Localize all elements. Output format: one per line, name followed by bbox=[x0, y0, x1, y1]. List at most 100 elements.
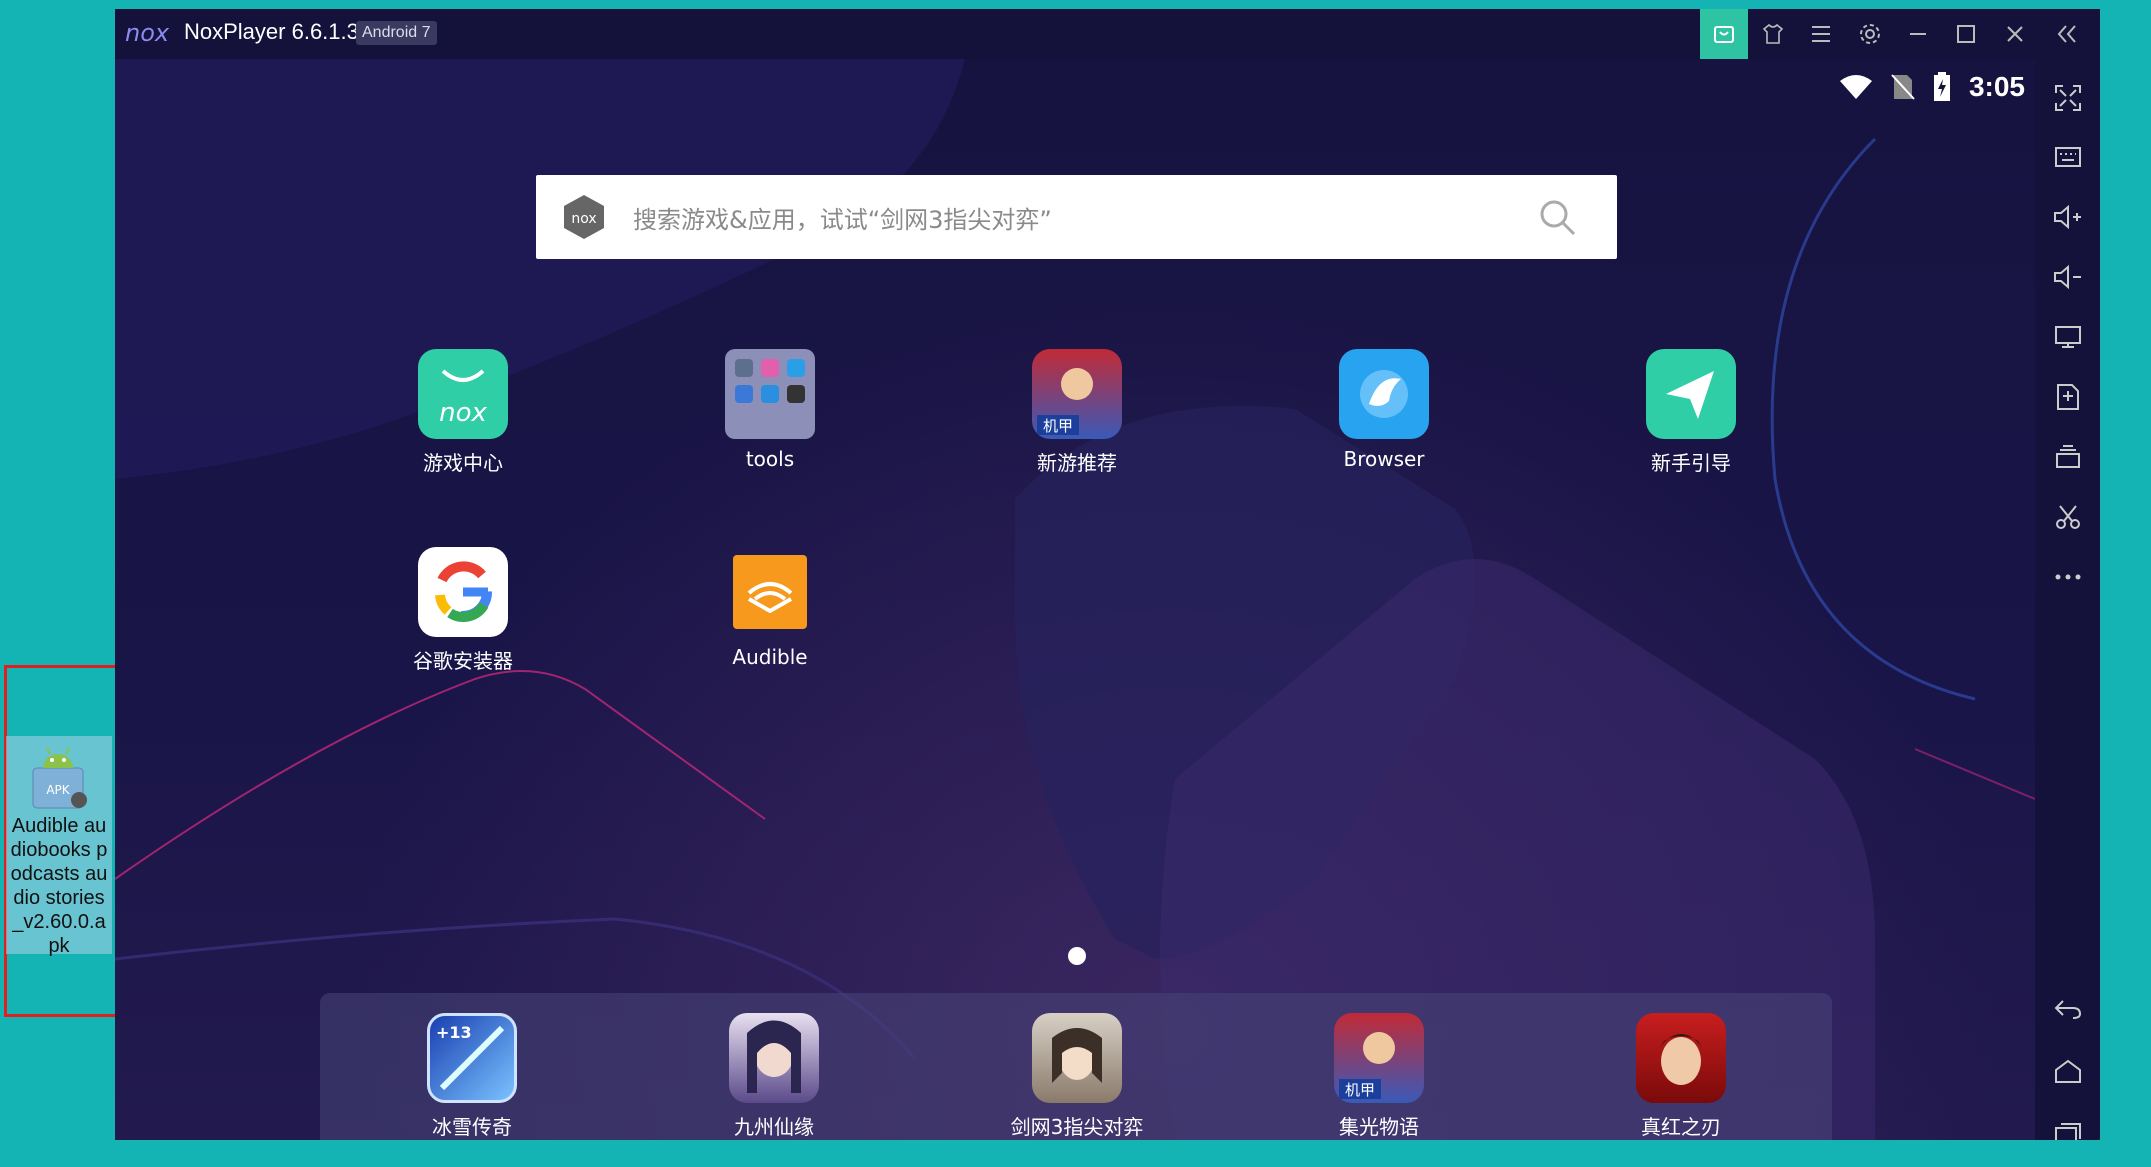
collapse-icon bbox=[2057, 25, 2076, 43]
app-new-games[interactable]: 机甲 新游推荐 bbox=[977, 349, 1177, 476]
collapse-sidebar-button[interactable] bbox=[2043, 9, 2091, 59]
apk-file-icon: APK bbox=[21, 738, 97, 814]
nox-logo: nox bbox=[125, 19, 173, 50]
more-icon bbox=[2055, 574, 2080, 580]
app-game-center[interactable]: nox 游戏中心 bbox=[363, 349, 563, 476]
app-label: 真红之刃 bbox=[1641, 1115, 1721, 1139]
volume-up-button[interactable] bbox=[2035, 192, 2100, 242]
screen-icon bbox=[2054, 326, 2081, 348]
zhenhong-icon bbox=[1636, 1013, 1726, 1103]
status-bar: 3:05 bbox=[1839, 67, 2025, 107]
search-placeholder: 搜索游戏&应用，试试“剑网3指尖对弈” bbox=[633, 206, 1052, 234]
jiguang-icon: 机甲 bbox=[1334, 1013, 1424, 1103]
maximize-icon bbox=[1957, 25, 1975, 43]
multi-instance-icon bbox=[2055, 445, 2080, 468]
fullscreen-button[interactable] bbox=[2035, 73, 2100, 123]
new-games-icon: 机甲 bbox=[1032, 349, 1122, 439]
paper-plane-icon bbox=[1646, 349, 1736, 439]
app-beginner-guide[interactable]: 新手引导 bbox=[1591, 349, 1791, 476]
app-tools-folder[interactable]: tools bbox=[670, 349, 870, 471]
app-audible[interactable]: Audible bbox=[670, 547, 870, 669]
app-label: 剑网3指尖对弈 bbox=[1010, 1115, 1144, 1139]
apk-install-icon bbox=[2056, 384, 2079, 410]
app-label: 九州仙缘 bbox=[734, 1115, 814, 1139]
theme-button[interactable] bbox=[1749, 9, 1797, 59]
fullscreen-icon bbox=[2054, 85, 2081, 111]
browser-icon bbox=[1339, 349, 1429, 439]
apk-install-button[interactable] bbox=[2035, 372, 2100, 422]
app-google-installer[interactable]: 谷歌安装器 bbox=[363, 547, 563, 674]
bingxue-icon: +13 bbox=[427, 1013, 517, 1103]
menu-icon bbox=[1812, 26, 1830, 42]
jiguang-badge: 机甲 bbox=[1345, 1081, 1375, 1099]
home-icon bbox=[2054, 1059, 2081, 1083]
home-button[interactable] bbox=[2035, 1046, 2100, 1096]
audible-icon bbox=[725, 547, 815, 637]
screen-button[interactable] bbox=[2035, 312, 2100, 362]
app-label: Browser bbox=[1343, 447, 1425, 471]
app-label: 新手引导 bbox=[1651, 451, 1731, 475]
maximize-button[interactable] bbox=[1942, 9, 1990, 59]
app-label: 冰雪传奇 bbox=[432, 1115, 512, 1139]
more-button[interactable] bbox=[2035, 552, 2100, 602]
screenshot-button[interactable] bbox=[2035, 492, 2100, 542]
volume-up-icon bbox=[2053, 204, 2081, 230]
settings-icon bbox=[1860, 24, 1880, 44]
dock-app-zhenhong[interactable]: 真红之刃 bbox=[1581, 1013, 1781, 1140]
app-browser[interactable]: Browser bbox=[1284, 349, 1484, 471]
close-button[interactable] bbox=[1991, 9, 2039, 59]
page-indicator bbox=[1068, 947, 1086, 965]
title-bar[interactable]: nox NoxPlayer 6.6.1.3 Android 7 bbox=[115, 9, 2100, 59]
mecha-badge: 机甲 bbox=[1043, 417, 1073, 435]
multi-instance-button[interactable] bbox=[2035, 432, 2100, 482]
search-icon[interactable] bbox=[1537, 197, 1577, 241]
android-version-badge: Android 7 bbox=[356, 21, 437, 45]
svg-text:APK: APK bbox=[46, 783, 70, 797]
shirt-icon bbox=[1762, 23, 1784, 44]
settings-button[interactable] bbox=[1846, 9, 1894, 59]
store-button[interactable] bbox=[1700, 9, 1748, 59]
dock-app-jiguang[interactable]: 机甲 集光物语 bbox=[1279, 1013, 1479, 1140]
close-icon bbox=[2007, 26, 2023, 42]
minimize-icon bbox=[1910, 33, 1926, 35]
svg-text:nox: nox bbox=[439, 398, 487, 428]
back-icon bbox=[2054, 1000, 2081, 1019]
dock-app-jiuzhou[interactable]: 九州仙缘 bbox=[674, 1013, 874, 1140]
svg-text:nox: nox bbox=[125, 20, 170, 46]
jianwang-icon bbox=[1032, 1013, 1122, 1103]
volume-down-button[interactable] bbox=[2035, 252, 2100, 302]
desktop-apk-file[interactable]: APK Audible audiobooks podcasts audio st… bbox=[6, 736, 112, 957]
store-icon bbox=[1714, 26, 1734, 43]
game-center-icon: nox bbox=[418, 349, 508, 439]
back-button[interactable] bbox=[2035, 984, 2100, 1034]
no-sim-icon bbox=[1891, 74, 1915, 100]
dock-app-jianwang[interactable]: 剑网3指尖对弈 bbox=[977, 1013, 1177, 1140]
scissors-icon bbox=[2055, 505, 2080, 529]
apk-file-name: Audible audiobooks podcasts audio storie… bbox=[10, 815, 108, 957]
tools-folder-icon bbox=[725, 349, 815, 439]
bingxue-badge: +13 bbox=[436, 1023, 472, 1042]
menu-button[interactable] bbox=[1797, 9, 1845, 59]
keyboard-button[interactable] bbox=[2035, 132, 2100, 182]
svg-text:nox: nox bbox=[571, 211, 596, 227]
search-bar[interactable]: nox 搜索游戏&应用，试试“剑网3指尖对弈” bbox=[536, 175, 1617, 259]
android-screen[interactable]: 3:05 nox 搜索游戏&应用，试试“剑网3指尖对弈” nox 游戏中心 to… bbox=[115, 59, 2035, 1140]
app-label: 游戏中心 bbox=[423, 451, 503, 475]
window-title: NoxPlayer 6.6.1.3 bbox=[184, 19, 359, 44]
google-icon bbox=[418, 547, 508, 637]
jiuzhou-icon bbox=[729, 1013, 819, 1103]
app-label: 新游推荐 bbox=[1037, 451, 1117, 475]
app-label: Audible bbox=[732, 645, 808, 669]
app-label: 集光物语 bbox=[1339, 1115, 1419, 1139]
wifi-icon bbox=[1839, 75, 1872, 99]
clock: 3:05 bbox=[1968, 71, 2025, 102]
noxplayer-window: nox NoxPlayer 6.6.1.3 Android 7 3:05 nox… bbox=[115, 9, 2100, 1140]
nox-search-logo-icon: nox bbox=[560, 193, 608, 245]
minimize-button[interactable] bbox=[1894, 9, 1942, 59]
app-label: tools bbox=[745, 447, 795, 471]
recents-button[interactable] bbox=[2035, 1108, 2100, 1140]
app-label: 谷歌安装器 bbox=[413, 649, 513, 673]
battery-icon bbox=[1933, 72, 1950, 101]
dock-app-bingxue[interactable]: +13 冰雪传奇 bbox=[372, 1013, 572, 1140]
volume-down-icon bbox=[2053, 264, 2081, 290]
